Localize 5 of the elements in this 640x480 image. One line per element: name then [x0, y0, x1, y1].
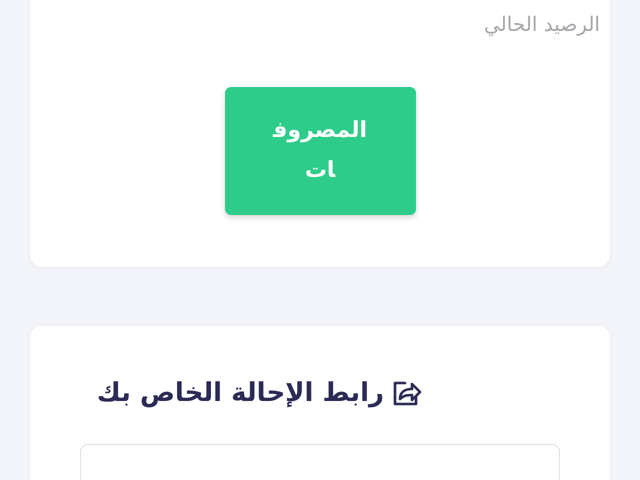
balance-label: الرصيد الحالي — [483, 11, 600, 36]
referral-link-field[interactable] — [80, 444, 560, 480]
share-icon — [392, 379, 422, 407]
referral-title: رابط الإحالة الخاص بك — [96, 378, 384, 408]
expenses-button[interactable]: المصروفات — [224, 87, 416, 215]
